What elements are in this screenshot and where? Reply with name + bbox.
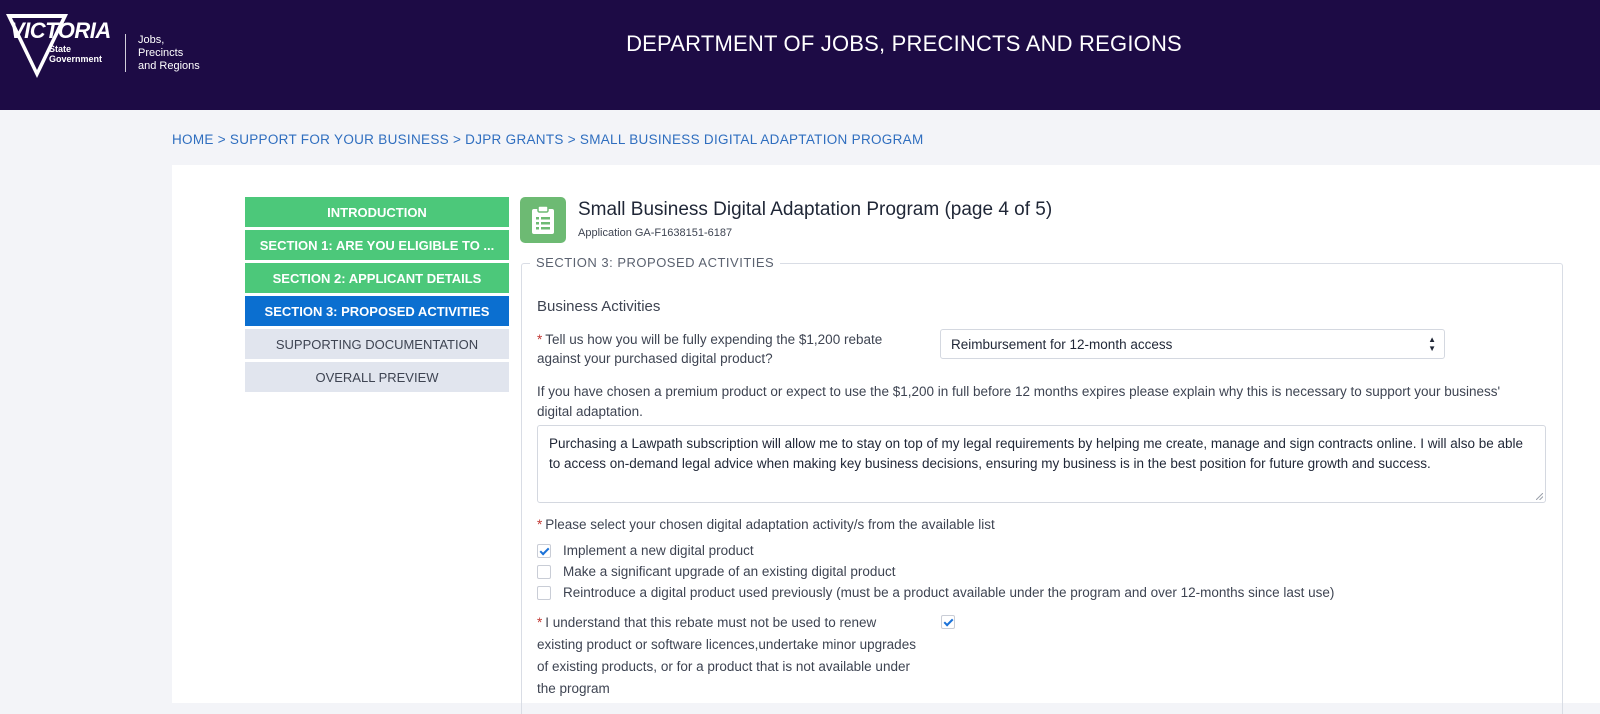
checkbox-upgrade[interactable] <box>537 564 551 579</box>
section-legend: SECTION 3: PROPOSED ACTIVITIES <box>530 255 781 270</box>
site-header: VICTORIA State Government Jobs, Precinct… <box>0 0 1600 110</box>
clipboard-icon <box>520 197 566 243</box>
required-marker: * <box>537 332 543 347</box>
expense-question-text: Tell us how you will be fully expending … <box>537 332 883 366</box>
application-number: Application GA-F1638151-6187 <box>578 227 733 239</box>
expense-select-value: Reimbursement for 12-month access <box>951 336 1173 352</box>
activity-option-reintroduce[interactable]: Reintroduce a digital product used previ… <box>537 585 1334 600</box>
explain-textarea-value: Purchasing a Lawpath subscription will a… <box>549 436 1524 471</box>
required-marker: * <box>537 615 543 630</box>
section-nav: INTRODUCTION SECTION 1: ARE YOU ELIGIBLE… <box>245 197 509 395</box>
checkbox-rebate-acknowledgement[interactable] <box>941 615 955 629</box>
activity-option-new-product[interactable]: Implement a new digital product <box>537 543 754 558</box>
activity-label: Reintroduce a digital product used previ… <box>563 585 1335 600</box>
select-arrows-icon: ▲ ▼ <box>1428 335 1436 353</box>
nav-section-2-applicant[interactable]: SECTION 2: APPLICANT DETAILS <box>245 263 509 293</box>
breadcrumb-grants[interactable]: DJPR GRANTS <box>465 132 564 147</box>
nav-overall-preview[interactable]: OVERALL PREVIEW <box>245 362 509 392</box>
required-marker: * <box>537 517 543 532</box>
explain-label: If you have chosen a premium product or … <box>537 384 1501 419</box>
form-title: Small Business Digital Adaptation Progra… <box>578 199 1053 220</box>
activity-option-upgrade[interactable]: Make a significant upgrade of an existin… <box>537 564 895 579</box>
activity-label: Implement a new digital product <box>563 543 754 558</box>
resize-handle-icon[interactable] <box>1536 493 1543 500</box>
nav-section-3-activities[interactable]: SECTION 3: PROPOSED ACTIVITIES <box>245 296 509 326</box>
nav-supporting-documentation[interactable]: SUPPORTING DOCUMENTATION <box>245 329 509 359</box>
nav-section-1-eligibility[interactable]: SECTION 1: ARE YOU ELIGIBLE TO ... <box>245 230 509 260</box>
department-title: DEPARTMENT OF JOBS, PRECINCTS AND REGION… <box>626 31 1182 56</box>
activity-label: Make a significant upgrade of an existin… <box>563 564 896 579</box>
breadcrumb-separator: > <box>452 132 462 147</box>
breadcrumb: HOME > SUPPORT FOR YOUR BUSINESS > DJPR GRAN… <box>172 132 924 147</box>
checkbox-new-product[interactable] <box>537 543 551 558</box>
breadcrumb-program[interactable]: SMALL BUSINESS DIGITAL ADAPTATION PROGRA… <box>580 132 924 147</box>
nav-introduction[interactable]: INTRODUCTION <box>245 197 509 227</box>
checkbox-reintroduce[interactable] <box>537 585 551 600</box>
activity-question-text: Please select your chosen digital adapta… <box>545 517 995 532</box>
rebate-acknowledgement-label: * I understand that this rebate must not … <box>537 612 917 700</box>
rebate-acknowledgement-text: I understand that this rebate must not b… <box>537 615 916 696</box>
breadcrumb-separator: > <box>567 132 576 147</box>
explain-textarea[interactable]: Purchasing a Lawpath subscription will a… <box>537 425 1546 503</box>
expense-select[interactable]: Reimbursement for 12-month access ▲ ▼ <box>940 329 1445 359</box>
dept-line-3: and Regions <box>138 60 200 72</box>
expense-question-label: * Tell us how you will be fully expending… <box>537 330 927 368</box>
breadcrumb-support[interactable]: SUPPORT FOR YOUR BUSINESS <box>230 132 449 147</box>
activity-question-label: * Please select your chosen digital adapt… <box>537 517 995 532</box>
breadcrumb-separator: > <box>217 132 226 147</box>
business-activities-heading: Business Activities <box>537 298 661 315</box>
breadcrumb-home[interactable]: HOME <box>172 132 214 147</box>
